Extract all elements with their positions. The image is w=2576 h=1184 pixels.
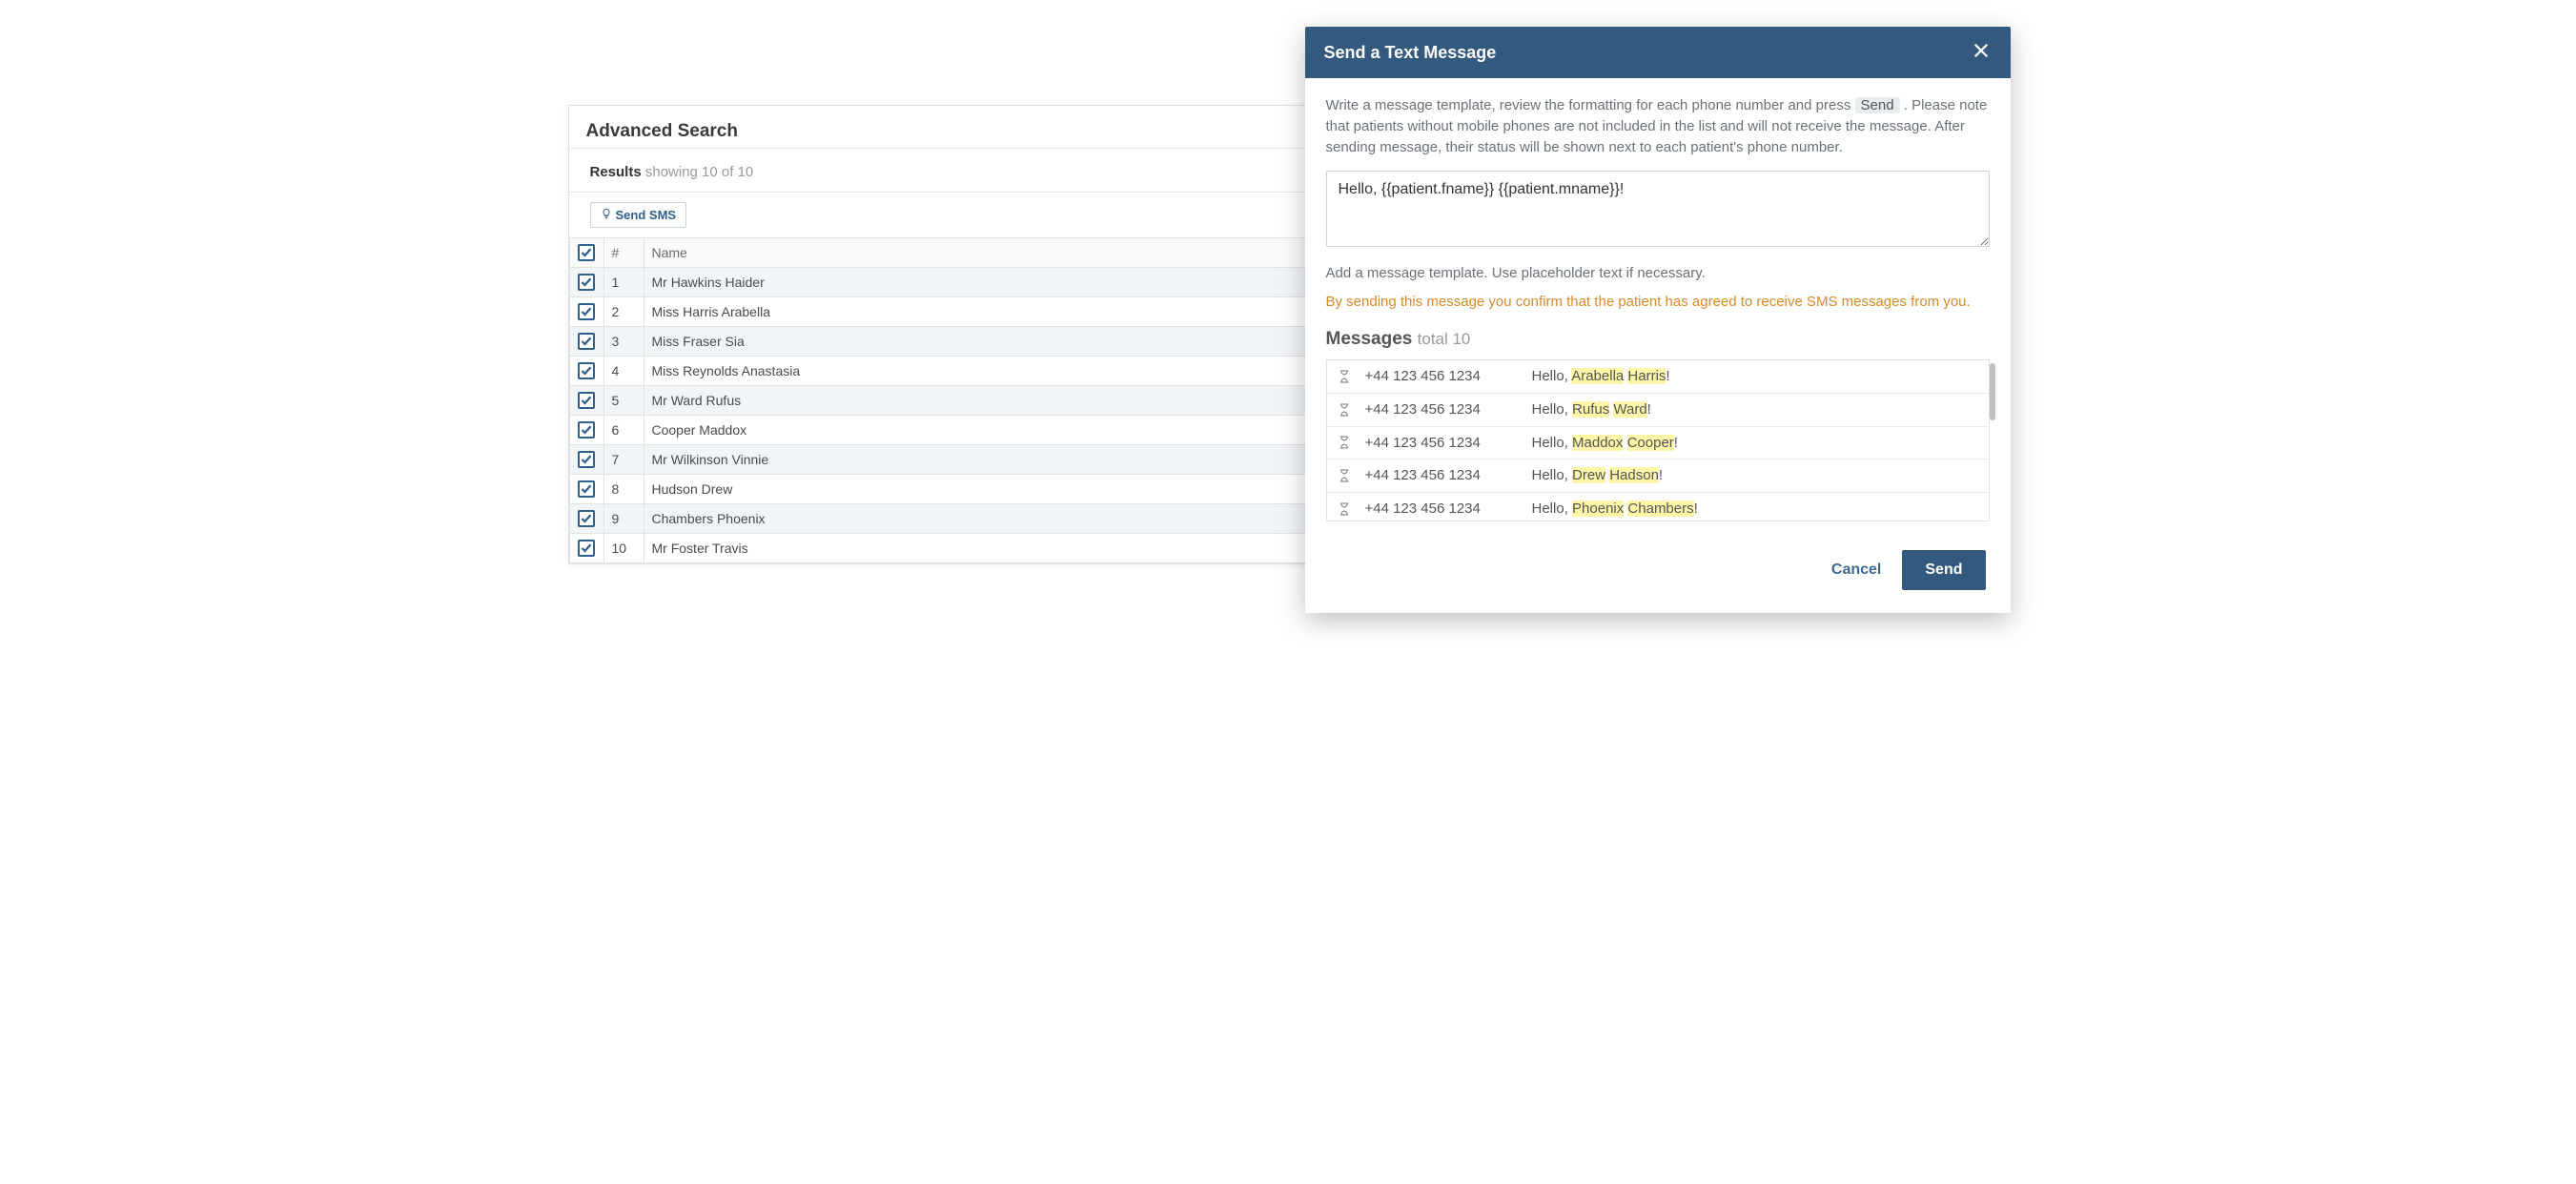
- message-phone: +44 123 456 1234: [1361, 394, 1528, 426]
- row-number: 6: [603, 416, 644, 445]
- modal-title: Send a Text Message: [1324, 43, 1497, 63]
- select-all-checkbox[interactable]: [578, 244, 595, 261]
- close-icon: [1973, 42, 1990, 64]
- hourglass-icon: [1327, 363, 1361, 390]
- row-number: 1: [603, 268, 644, 297]
- row-number: 5: [603, 386, 644, 416]
- row-checkbox[interactable]: [578, 421, 595, 439]
- row-number: 7: [603, 445, 644, 475]
- intro-keycap: Send: [1855, 97, 1900, 113]
- close-button[interactable]: [1971, 42, 1992, 63]
- message-row: +44 123 456 1234Hello, Rufus Ward!: [1327, 394, 1989, 427]
- hourglass-icon: [1327, 496, 1361, 521]
- message-preview: Hello, Drew Hadson!: [1528, 459, 1989, 492]
- row-checkbox[interactable]: [578, 333, 595, 350]
- intro-pre: Write a message template, review the for…: [1326, 97, 1855, 113]
- messages-total: total 10: [1418, 330, 1471, 348]
- hourglass-icon: [1327, 397, 1361, 423]
- hourglass-icon: [1327, 462, 1361, 489]
- message-row: +44 123 456 1234Hello, Arabella Harris!: [1327, 360, 1989, 394]
- row-checkbox[interactable]: [578, 540, 595, 557]
- message-template-input[interactable]: [1326, 171, 1990, 247]
- message-preview: Hello, Phoenix Chambers!: [1528, 493, 1989, 521]
- message-row: +44 123 456 1234Hello, Maddox Cooper!: [1327, 427, 1989, 460]
- message-phone: +44 123 456 1234: [1361, 493, 1528, 521]
- message-row: +44 123 456 1234Hello, Phoenix Chambers!: [1327, 493, 1989, 521]
- template-hint: Add a message template. Use placeholder …: [1326, 263, 1990, 284]
- send-button[interactable]: Send: [1902, 550, 1985, 590]
- row-number: 4: [603, 357, 644, 386]
- hourglass-icon: [1327, 429, 1361, 456]
- send-sms-label: Send SMS: [616, 208, 677, 222]
- row-checkbox[interactable]: [578, 392, 595, 409]
- message-preview: Hello, Maddox Cooper!: [1528, 427, 1989, 459]
- lightbulb-icon: [601, 208, 612, 222]
- confirm-warning: By sending this message you confirm that…: [1326, 292, 1990, 313]
- results-count: showing 10 of 10: [645, 164, 753, 180]
- messages-list[interactable]: +44 123 456 1234Hello, Arabella Harris!+…: [1326, 359, 1990, 521]
- row-checkbox[interactable]: [578, 274, 595, 291]
- scrollbar-thumb[interactable]: [1990, 363, 1995, 420]
- message-phone: +44 123 456 1234: [1361, 459, 1528, 492]
- row-number: 9: [603, 504, 644, 534]
- row-checkbox[interactable]: [578, 451, 595, 468]
- col-header-num: #: [603, 238, 644, 268]
- send-text-modal: Send a Text Message Write a message temp…: [1305, 27, 2011, 613]
- messages-label: Messages: [1326, 329, 1413, 349]
- col-header-checkbox: [569, 238, 603, 268]
- message-phone: +44 123 456 1234: [1361, 360, 1528, 393]
- send-sms-button[interactable]: Send SMS: [590, 202, 687, 228]
- cancel-button[interactable]: Cancel: [1831, 561, 1881, 579]
- messages-heading: Messages total 10: [1326, 326, 1990, 353]
- row-number: 10: [603, 534, 644, 563]
- row-checkbox[interactable]: [578, 480, 595, 498]
- row-number: 2: [603, 297, 644, 327]
- row-checkbox[interactable]: [578, 510, 595, 527]
- message-preview: Hello, Rufus Ward!: [1528, 394, 1989, 426]
- row-number: 3: [603, 327, 644, 357]
- row-checkbox[interactable]: [578, 303, 595, 320]
- message-phone: +44 123 456 1234: [1361, 427, 1528, 459]
- row-checkbox[interactable]: [578, 362, 595, 379]
- results-label: Results: [590, 164, 642, 180]
- message-row: +44 123 456 1234Hello, Drew Hadson!: [1327, 459, 1989, 493]
- row-number: 8: [603, 475, 644, 504]
- message-preview: Hello, Arabella Harris!: [1528, 360, 1989, 393]
- modal-intro: Write a message template, review the for…: [1326, 95, 1990, 157]
